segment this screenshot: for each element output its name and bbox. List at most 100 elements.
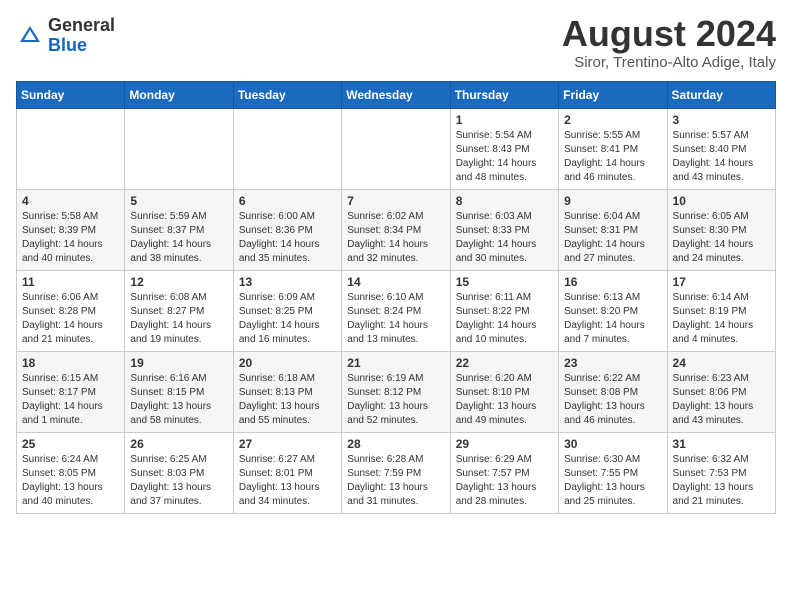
day-number: 2	[564, 113, 661, 127]
calendar-cell: 14 Sunrise: 6:10 AM Sunset: 8:24 PM Dayli…	[342, 271, 450, 352]
day-info: Sunrise: 5:58 AM Sunset: 8:39 PM Dayligh…	[22, 210, 119, 266]
day-info: Sunrise: 6:10 AM Sunset: 8:24 PM Dayligh…	[347, 291, 444, 347]
day-info: Sunrise: 6:25 AM Sunset: 8:03 PM Dayligh…	[130, 453, 227, 509]
calendar-day-header: Friday	[559, 82, 667, 109]
day-number: 1	[456, 113, 553, 127]
calendar-cell: 31Sunrise: 6:32 AM Sunset: 7:53 PM Dayli…	[667, 433, 775, 514]
logo-general-text: General	[48, 15, 115, 35]
day-number: 21	[347, 356, 444, 370]
calendar-cell: 10Sunrise: 6:05 AM Sunset: 8:30 PM Dayli…	[667, 190, 775, 271]
calendar-day-header: Wednesday	[342, 82, 450, 109]
day-info: Sunrise: 6:02 AM Sunset: 8:34 PM Dayligh…	[347, 210, 444, 266]
location: Siror, Trentino-Alto Adige, Italy	[562, 54, 776, 71]
day-info: Sunrise: 6:28 AM Sunset: 7:59 PM Dayligh…	[347, 453, 444, 509]
calendar-cell: 17 Sunrise: 6:14 AM Sunset: 8:19 PM Dayli…	[667, 271, 775, 352]
day-info: Sunrise: 5:57 AM Sunset: 8:40 PM Dayligh…	[673, 129, 770, 185]
calendar-cell: 28Sunrise: 6:28 AM Sunset: 7:59 PM Dayli…	[342, 433, 450, 514]
day-number: 3	[673, 113, 770, 127]
calendar-cell: 25Sunrise: 6:24 AM Sunset: 8:05 PM Dayli…	[17, 433, 125, 514]
day-number: 15	[456, 275, 553, 289]
calendar-cell: 22 Sunrise: 6:20 AM Sunset: 8:10 PM Dayli…	[450, 352, 558, 433]
day-info: Sunrise: 6:14 AM Sunset: 8:19 PM Dayligh…	[673, 291, 770, 347]
calendar: SundayMondayTuesdayWednesdayThursdayFrid…	[16, 81, 776, 514]
month-year: August 2024	[562, 16, 776, 52]
day-info: Sunrise: 6:23 AM Sunset: 8:06 PM Dayligh…	[673, 372, 770, 428]
day-number: 19	[130, 356, 227, 370]
calendar-cell: 29Sunrise: 6:29 AM Sunset: 7:57 PM Dayli…	[450, 433, 558, 514]
day-info: Sunrise: 6:18 AM Sunset: 8:13 PM Dayligh…	[239, 372, 336, 428]
day-number: 12	[130, 275, 227, 289]
day-number: 20	[239, 356, 336, 370]
day-info: Sunrise: 6:27 AM Sunset: 8:01 PM Dayligh…	[239, 453, 336, 509]
logo-icon	[16, 22, 44, 50]
title-block: August 2024 Siror, Trentino-Alto Adige, …	[562, 16, 776, 71]
day-number: 23	[564, 356, 661, 370]
calendar-cell: 8Sunrise: 6:03 AM Sunset: 8:33 PM Daylig…	[450, 190, 558, 271]
day-number: 7	[347, 194, 444, 208]
day-info: Sunrise: 6:09 AM Sunset: 8:25 PM Dayligh…	[239, 291, 336, 347]
calendar-cell: 19 Sunrise: 6:16 AM Sunset: 8:15 PM Dayli…	[125, 352, 233, 433]
calendar-cell: 4Sunrise: 5:58 AM Sunset: 8:39 PM Daylig…	[17, 190, 125, 271]
calendar-cell: 3 Sunrise: 5:57 AM Sunset: 8:40 PM Daylig…	[667, 109, 775, 190]
day-info: Sunrise: 6:30 AM Sunset: 7:55 PM Dayligh…	[564, 453, 661, 509]
calendar-cell: 15 Sunrise: 6:11 AM Sunset: 8:22 PM Dayli…	[450, 271, 558, 352]
day-number: 13	[239, 275, 336, 289]
day-info: Sunrise: 6:13 AM Sunset: 8:20 PM Dayligh…	[564, 291, 661, 347]
day-number: 16	[564, 275, 661, 289]
calendar-cell: 6Sunrise: 6:00 AM Sunset: 8:36 PM Daylig…	[233, 190, 341, 271]
calendar-cell: 27 Sunrise: 6:27 AM Sunset: 8:01 PM Dayli…	[233, 433, 341, 514]
calendar-day-header: Tuesday	[233, 82, 341, 109]
calendar-cell: 9 Sunrise: 6:04 AM Sunset: 8:31 PM Daylig…	[559, 190, 667, 271]
day-number: 6	[239, 194, 336, 208]
day-number: 9	[564, 194, 661, 208]
calendar-cell: 2 Sunrise: 5:55 AM Sunset: 8:41 PM Daylig…	[559, 109, 667, 190]
day-number: 14	[347, 275, 444, 289]
calendar-header-row: SundayMondayTuesdayWednesdayThursdayFrid…	[17, 82, 776, 109]
calendar-day-header: Monday	[125, 82, 233, 109]
day-info: Sunrise: 6:04 AM Sunset: 8:31 PM Dayligh…	[564, 210, 661, 266]
calendar-cell: 12 Sunrise: 6:08 AM Sunset: 8:27 PM Dayli…	[125, 271, 233, 352]
calendar-cell: 20 Sunrise: 6:18 AM Sunset: 8:13 PM Dayli…	[233, 352, 341, 433]
day-info: Sunrise: 6:08 AM Sunset: 8:27 PM Dayligh…	[130, 291, 227, 347]
day-info: Sunrise: 6:05 AM Sunset: 8:30 PM Dayligh…	[673, 210, 770, 266]
calendar-day-header: Sunday	[17, 82, 125, 109]
day-number: 24	[673, 356, 770, 370]
day-info: Sunrise: 6:15 AM Sunset: 8:17 PM Dayligh…	[22, 372, 119, 428]
day-number: 11	[22, 275, 119, 289]
calendar-cell	[342, 109, 450, 190]
day-info: Sunrise: 6:06 AM Sunset: 8:28 PM Dayligh…	[22, 291, 119, 347]
calendar-cell: 23 Sunrise: 6:22 AM Sunset: 8:08 PM Dayli…	[559, 352, 667, 433]
calendar-cell	[125, 109, 233, 190]
day-info: Sunrise: 6:16 AM Sunset: 8:15 PM Dayligh…	[130, 372, 227, 428]
day-number: 25	[22, 437, 119, 451]
calendar-cell: 18 Sunrise: 6:15 AM Sunset: 8:17 PM Dayli…	[17, 352, 125, 433]
calendar-cell: 26Sunrise: 6:25 AM Sunset: 8:03 PM Dayli…	[125, 433, 233, 514]
day-number: 22	[456, 356, 553, 370]
calendar-cell: 30Sunrise: 6:30 AM Sunset: 7:55 PM Dayli…	[559, 433, 667, 514]
calendar-cell: 5 Sunrise: 5:59 AM Sunset: 8:37 PM Daylig…	[125, 190, 233, 271]
day-number: 5	[130, 194, 227, 208]
calendar-cell: 11 Sunrise: 6:06 AM Sunset: 8:28 PM Dayli…	[17, 271, 125, 352]
day-number: 27	[239, 437, 336, 451]
calendar-cell	[233, 109, 341, 190]
day-info: Sunrise: 6:11 AM Sunset: 8:22 PM Dayligh…	[456, 291, 553, 347]
logo: General Blue	[16, 16, 115, 56]
logo-blue-text: Blue	[48, 35, 87, 55]
calendar-week-row: 25Sunrise: 6:24 AM Sunset: 8:05 PM Dayli…	[17, 433, 776, 514]
page: General Blue August 2024 Siror, Trentino…	[0, 0, 792, 524]
day-info: Sunrise: 5:59 AM Sunset: 8:37 PM Dayligh…	[130, 210, 227, 266]
calendar-cell: 16 Sunrise: 6:13 AM Sunset: 8:20 PM Dayli…	[559, 271, 667, 352]
day-info: Sunrise: 6:20 AM Sunset: 8:10 PM Dayligh…	[456, 372, 553, 428]
day-number: 29	[456, 437, 553, 451]
calendar-cell	[17, 109, 125, 190]
header: General Blue August 2024 Siror, Trentino…	[16, 16, 776, 71]
day-number: 17	[673, 275, 770, 289]
day-info: Sunrise: 5:55 AM Sunset: 8:41 PM Dayligh…	[564, 129, 661, 185]
day-info: Sunrise: 6:22 AM Sunset: 8:08 PM Dayligh…	[564, 372, 661, 428]
day-number: 18	[22, 356, 119, 370]
day-info: Sunrise: 6:03 AM Sunset: 8:33 PM Dayligh…	[456, 210, 553, 266]
calendar-week-row: 4Sunrise: 5:58 AM Sunset: 8:39 PM Daylig…	[17, 190, 776, 271]
calendar-cell: 7 Sunrise: 6:02 AM Sunset: 8:34 PM Daylig…	[342, 190, 450, 271]
calendar-week-row: 18 Sunrise: 6:15 AM Sunset: 8:17 PM Dayli…	[17, 352, 776, 433]
calendar-day-header: Thursday	[450, 82, 558, 109]
